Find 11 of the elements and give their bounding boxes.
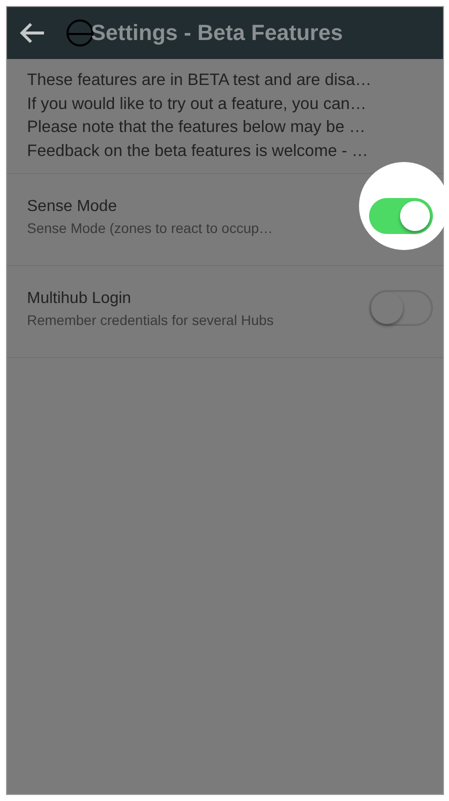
- toggle-switch[interactable]: [369, 290, 433, 326]
- setting-title: Sense Mode: [27, 198, 118, 216]
- setting-description: Remember credentials for several Hubs: [27, 312, 275, 328]
- intro-text: If you would like to try out a feature, you can…: [27, 94, 368, 114]
- back-arrow-icon[interactable]: [19, 22, 45, 44]
- setting-title: Multihub Login: [27, 290, 132, 308]
- screen-title: Settings - Beta Features: [91, 20, 343, 46]
- intro-text: Please note that the features below may be …: [27, 117, 366, 138]
- intro-text: These features are in BETA test and are disa…: [27, 70, 373, 91]
- setting-description: Sense Mode (zones to react to occup…: [27, 220, 274, 236]
- intro-text: Feedback on the beta features is welcome - …: [27, 140, 370, 162]
